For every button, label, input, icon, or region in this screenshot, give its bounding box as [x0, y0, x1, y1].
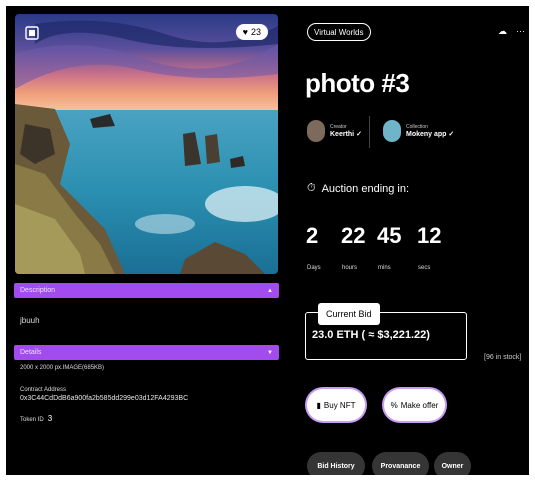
nft-detail-page: ♥ 23 Description ▲ jbuuh Details ▼ 2000 …: [6, 6, 529, 475]
make-offer-label: Make offer: [400, 400, 439, 410]
buy-nft-label: Buy NFT: [323, 400, 356, 410]
nft-image[interactable]: ♥ 23: [15, 14, 278, 274]
contract-address-label: Contract Address: [20, 387, 67, 393]
cart-icon: ▮: [316, 400, 321, 410]
token-id-label: Token ID: [20, 417, 44, 423]
creator-info[interactable]: Creator Keerthi ✓: [307, 120, 362, 142]
tab-owner[interactable]: Owner: [434, 452, 471, 475]
image-icon[interactable]: [25, 26, 39, 40]
description-text: jbuuh: [20, 316, 40, 325]
token-id-value: 3: [47, 414, 53, 423]
chevron-down-icon: ▼: [267, 349, 273, 356]
mins-label: mins: [378, 265, 391, 271]
auction-label: Auction ending in:: [321, 182, 410, 195]
contract-address: 0x3C44CdDdB6a900fa2b585dd299e03d12FA4293…: [20, 395, 189, 402]
verified-icon: ✓: [356, 131, 362, 138]
details-header: Details: [20, 349, 42, 356]
nft-title: photo #3: [305, 68, 410, 98]
image-dimensions: 2000 x 2000 px.IMAGE(685KB): [20, 365, 105, 371]
days-label: Days: [307, 265, 321, 271]
token-id-row: Token ID 3: [20, 414, 52, 423]
auction-heading: ⏱ Auction ending in:: [307, 182, 409, 195]
tab-provenance[interactable]: Provanance: [372, 452, 429, 475]
current-bid-value: 23.0 ETH ( ≈ $3,221.22): [312, 329, 430, 341]
collection-avatar: [383, 120, 401, 142]
category-tag[interactable]: Virtual Worlds: [307, 23, 371, 41]
timer-icon: ⏱: [307, 182, 316, 194]
countdown-secs: 12: [417, 223, 442, 248]
cloud-icon[interactable]: ☁: [498, 26, 507, 37]
description-accordion[interactable]: Description ▲: [14, 283, 279, 298]
countdown-days: 2: [306, 223, 319, 248]
countdown-hours: 22: [341, 223, 366, 248]
creator-avatar: [307, 120, 325, 142]
percent-icon: %: [390, 400, 398, 410]
likes-badge[interactable]: ♥ 23: [235, 24, 268, 40]
hours-label: hours: [342, 265, 358, 271]
current-bid-label: Current Bid: [318, 303, 380, 325]
chevron-up-icon: ▲: [267, 287, 273, 294]
description-header: Description: [20, 287, 56, 294]
collection-info[interactable]: Collection Mokeny app ✓: [383, 120, 454, 142]
buy-nft-button[interactable]: ▮ Buy NFT: [307, 389, 365, 421]
likes-count: 23: [250, 27, 261, 37]
details-accordion[interactable]: Details ▼: [14, 345, 279, 360]
top-actions: ☁ ···: [498, 26, 525, 37]
heart-icon: ♥: [242, 27, 248, 37]
secs-label: secs: [418, 265, 431, 271]
stock-count: [96 in stock]: [484, 354, 522, 361]
verified-icon: ✓: [448, 131, 455, 138]
divider: [369, 116, 370, 148]
countdown-mins: 45: [377, 223, 402, 248]
make-offer-button[interactable]: % Make offer: [384, 389, 445, 421]
tab-bid-history[interactable]: Bid History: [307, 452, 365, 475]
more-icon[interactable]: ···: [516, 26, 525, 37]
creator-name: Keerthi: [330, 131, 355, 138]
collection-name: Mokeny app: [406, 131, 447, 138]
seascape-image: [15, 14, 278, 274]
